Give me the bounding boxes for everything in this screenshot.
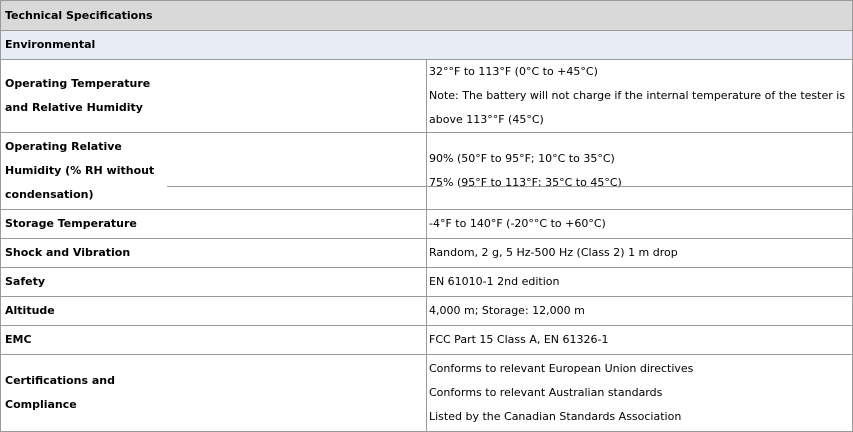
table-row: Altitude 4,000 m; Storage: 12,000 m [0, 296, 853, 326]
spec-label: Storage Temperature [0, 209, 427, 239]
spec-label-line: Humidity (% RH without [5, 164, 155, 177]
table-title: Technical Specifications [0, 0, 853, 31]
table-row: Certifications and Compliance Conforms t… [0, 354, 853, 432]
spec-value-line: 32°°F to 113°F (0°C to +45°C) [429, 65, 598, 78]
inner-rule-right [459, 186, 853, 187]
table-row: Operating Relative Humidity (% RH withou… [0, 132, 853, 210]
spec-value: FCC Part 15 Class A, EN 61326-1 [426, 325, 853, 355]
table-title-row: Technical Specifications [0, 0, 853, 31]
spec-value: EN 61010-1 2nd edition [426, 267, 853, 297]
section-header-row: Environmental [0, 30, 853, 60]
spec-label: EMC [0, 325, 427, 355]
spec-value: 32°°F to 113°F (0°C to +45°C) Note: The … [426, 59, 853, 133]
spec-label: Operating Temperature and Relative Humid… [0, 59, 427, 133]
spec-label-line: Certifications and [5, 374, 116, 387]
table-row: Storage Temperature -4°F to 140°F (-20°°… [0, 209, 853, 239]
table-row: EMC FCC Part 15 Class A, EN 61326-1 [0, 325, 853, 355]
spec-value-line: Listed by the Canadian Standards Associa… [429, 410, 682, 423]
spec-label-line: Operating Relative [5, 140, 122, 153]
table-row: Safety EN 61010-1 2nd edition [0, 267, 853, 297]
spec-value: 90% (50°F to 95°F; 10°C to 35°C) 75% (95… [426, 132, 853, 210]
inner-rule-left [167, 186, 443, 187]
spec-label: Altitude [0, 296, 427, 326]
spec-label: Shock and Vibration [0, 238, 427, 268]
section-title: Environmental [0, 30, 853, 60]
spec-value-line: Note: The battery will not charge if the… [429, 89, 846, 126]
table-row: Operating Temperature and Relative Humid… [0, 59, 853, 133]
spec-value: Conforms to relevant European Union dire… [426, 354, 853, 432]
spec-value: 4,000 m; Storage: 12,000 m [426, 296, 853, 326]
spec-label: Operating Relative Humidity (% RH withou… [0, 132, 427, 210]
spec-label: Certifications and Compliance [0, 354, 427, 432]
spec-label-line: Compliance [5, 398, 77, 411]
spec-value-line: 75% (95°F to 113°F; 35°C to 45°C) [429, 176, 622, 189]
technical-specifications-table: Technical Specifications Environmental O… [0, 0, 853, 432]
spec-value: -4°F to 140°F (-20°°C to +60°C) [426, 209, 853, 239]
spec-label: Safety [0, 267, 427, 297]
spec-label-line: Operating Temperature [5, 77, 151, 90]
spec-label-line: and Relative Humidity [5, 101, 143, 114]
spec-value-line: Conforms to relevant European Union dire… [429, 362, 694, 375]
spec-value-line: 90% (50°F to 95°F; 10°C to 35°C) [429, 152, 615, 165]
table-row: Shock and Vibration Random, 2 g, 5 Hz-50… [0, 238, 853, 268]
spec-value: Random, 2 g, 5 Hz-500 Hz (Class 2) 1 m d… [426, 238, 853, 268]
spec-value-line: Conforms to relevant Australian standard… [429, 386, 663, 399]
